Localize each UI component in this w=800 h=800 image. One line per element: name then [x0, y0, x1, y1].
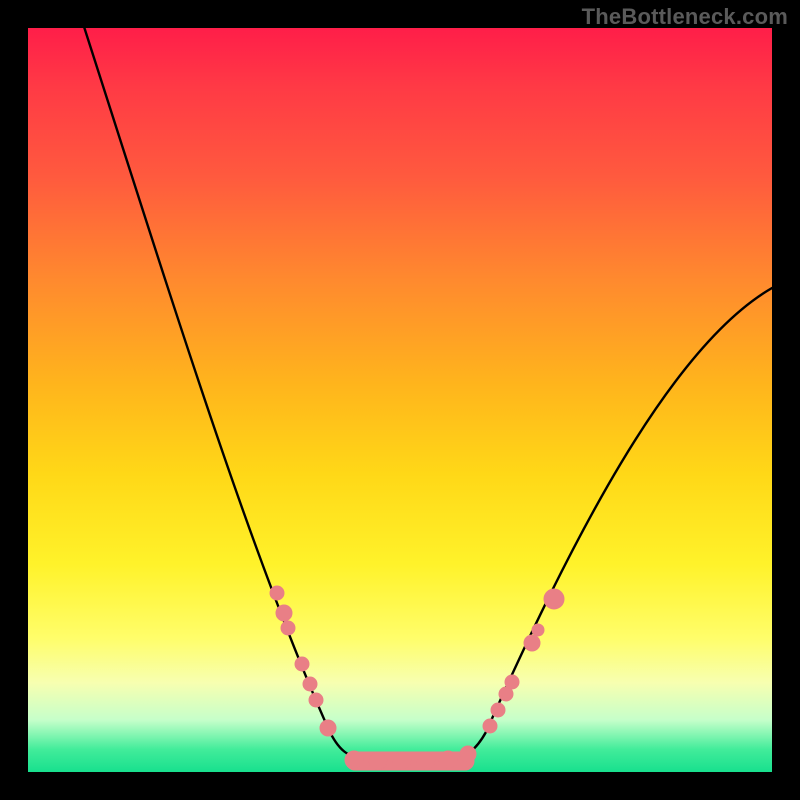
bead-right-7 [505, 675, 519, 689]
bead-left-0 [270, 586, 284, 600]
bead-right-0 [524, 635, 540, 651]
plot-area [28, 28, 772, 772]
bead-right-4 [483, 719, 497, 733]
bead-right-1 [532, 624, 544, 636]
bead-right-3 [544, 589, 564, 609]
bead-right-5 [491, 703, 505, 717]
bead-left-2 [281, 621, 295, 635]
bead-left-3 [295, 657, 309, 671]
bead-left-4 [303, 677, 317, 691]
chart-stage: TheBottleneck.com [0, 0, 800, 800]
curve-svg [28, 28, 772, 772]
bead-left-6 [320, 720, 336, 736]
bead-floor-4 [439, 751, 457, 769]
watermark-text: TheBottleneck.com [582, 4, 788, 30]
bead-floor-1 [369, 752, 387, 770]
bead-floor-5 [460, 746, 476, 762]
bead-floor-3 [417, 752, 435, 770]
bead-floor-0 [345, 751, 363, 769]
bottleneck-curve [78, 28, 772, 760]
bead-left-1 [276, 605, 292, 621]
bead-left-5 [309, 693, 323, 707]
bead-floor-2 [393, 752, 411, 770]
